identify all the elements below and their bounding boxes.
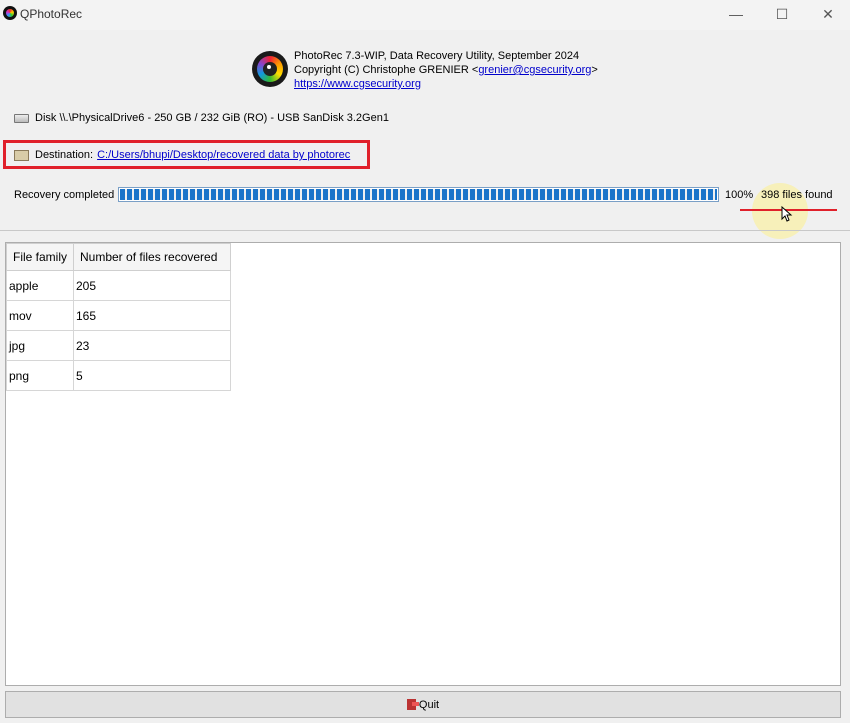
file-family-cell: png — [6, 360, 74, 391]
column-header-file-family[interactable]: File family — [6, 243, 74, 271]
disk-icon — [14, 113, 29, 123]
table-row[interactable]: apple 205 — [6, 270, 231, 301]
file-family-cell: mov — [6, 300, 74, 331]
separator — [0, 230, 850, 231]
version-line: PhotoRec 7.3-WIP, Data Recovery Utility,… — [294, 50, 580, 62]
results-table: File family Number of files recovered ap… — [6, 243, 231, 391]
disk-label: Disk \\.\PhysicalDrive6 - 250 GB / 232 G… — [35, 112, 389, 124]
quit-label: Quit — [418, 698, 440, 711]
count-cell: 5 — [73, 360, 231, 391]
progress-bar — [118, 187, 719, 202]
column-header-files-recovered[interactable]: Number of files recovered — [73, 243, 231, 271]
file-family-cell: apple — [6, 270, 74, 301]
files-found-count: 398 files found — [761, 189, 833, 201]
table-row[interactable]: mov 165 — [6, 300, 231, 331]
disk-info: Disk \\.\PhysicalDrive6 - 250 GB / 232 G… — [14, 112, 389, 124]
count-cell: 205 — [73, 270, 231, 301]
exit-icon — [406, 699, 419, 710]
table-row[interactable]: jpg 23 — [6, 330, 231, 361]
results-table-panel: File family Number of files recovered ap… — [5, 242, 841, 686]
mouse-cursor-icon — [781, 206, 793, 222]
table-row[interactable]: png 5 — [6, 360, 231, 391]
email-link[interactable]: grenier@cgsecurity.org — [478, 64, 591, 76]
maximize-button[interactable]: ☐ — [762, 3, 802, 25]
minimize-button[interactable]: — — [716, 3, 756, 25]
app-info: PhotoRec 7.3-WIP, Data Recovery Utility,… — [294, 49, 598, 91]
copyright-line: Copyright (C) Christophe GRENIER <grenie… — [294, 64, 598, 76]
file-family-cell: jpg — [6, 330, 74, 361]
close-button[interactable]: ✕ — [808, 3, 848, 25]
progress-percent: 100% — [725, 189, 754, 201]
window-title: QPhotoRec — [20, 7, 83, 21]
app-icon — [3, 6, 17, 20]
destination-highlight-annotation — [3, 140, 370, 169]
progress-fill — [120, 189, 717, 200]
count-cell: 165 — [73, 300, 231, 331]
progress-status: Recovery completed — [14, 189, 115, 201]
quit-button[interactable]: Quit — [5, 691, 841, 718]
title-bar: QPhotoRec — ☐ ✕ — [0, 0, 850, 30]
count-cell: 23 — [73, 330, 231, 361]
website-link[interactable]: https://www.cgsecurity.org — [294, 78, 421, 90]
photorec-logo — [252, 51, 288, 87]
